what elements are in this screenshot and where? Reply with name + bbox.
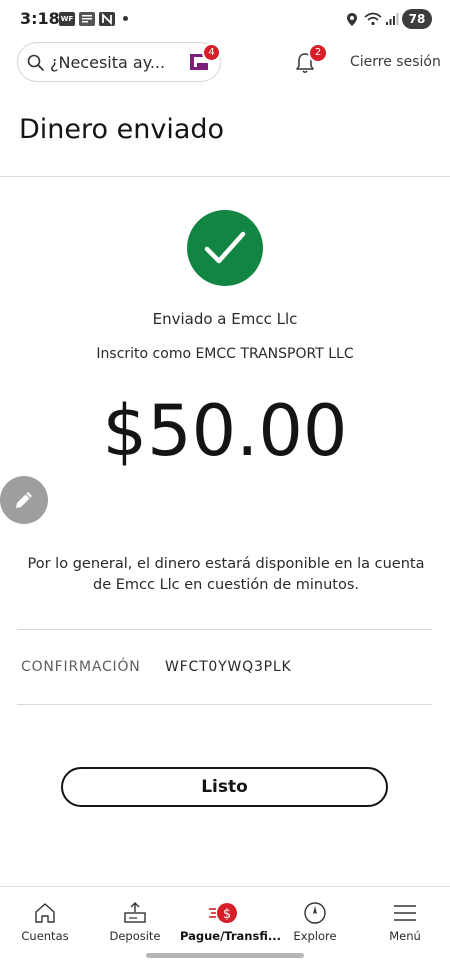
battery-indicator: 78: [402, 9, 432, 29]
compass-icon: [304, 902, 326, 924]
nav-item-menu[interactable]: Menú: [360, 887, 450, 949]
pay-transfer-icon: $: [209, 903, 237, 923]
registered-as-text: Inscrito como EMCC TRANSPORT LLC: [96, 346, 354, 362]
location-icon: [347, 13, 357, 26]
success-check-icon: [187, 210, 263, 286]
notification-dot: [123, 16, 128, 21]
logout-link[interactable]: Cierre sesión: [350, 54, 441, 70]
confirmation-label: CONFIRMACIÓN: [21, 659, 141, 675]
home-icon: [35, 903, 55, 923]
status-time: 3:18: [20, 9, 60, 28]
amount: $50.00: [102, 390, 348, 472]
signal-icon: [386, 13, 399, 25]
nav-label: Pague/Transfi...: [180, 929, 281, 943]
wifi-icon: [364, 12, 382, 26]
deposit-icon: [124, 902, 146, 923]
divider: [0, 176, 450, 177]
notification-badge: 2: [308, 43, 328, 63]
pencil-icon: [16, 492, 32, 508]
sent-to-text: Enviado a Emcc Llc: [152, 310, 298, 328]
news-icon: [79, 12, 95, 26]
availability-info: Por lo general, el dinero estará disponi…: [27, 556, 425, 593]
divider: [17, 704, 432, 705]
status-bar: 3:18 WF 78: [0, 0, 450, 38]
svg-text:$: $: [223, 907, 231, 922]
nav-label: Menú: [389, 929, 421, 943]
search-icon: [27, 54, 44, 71]
nav-item-pay-transfer[interactable]: $ Pague/Transfi...: [180, 887, 281, 949]
done-button[interactable]: Listo: [61, 767, 388, 807]
bottom-nav: Cuentas Deposite $ Pague/Transfi... Expl…: [0, 886, 450, 948]
edit-button[interactable]: [0, 476, 48, 524]
confirmation-number: WFCT0YWQ3PLK: [165, 659, 292, 675]
nav-label: Cuentas: [21, 929, 69, 943]
nav-item-explore[interactable]: Explore: [270, 887, 360, 949]
nav-item-accounts[interactable]: Cuentas: [0, 887, 90, 949]
n-app-icon: [99, 12, 115, 26]
divider: [17, 629, 432, 630]
nav-label: Deposite: [109, 929, 161, 943]
menu-icon: [394, 905, 416, 921]
page-title: Dinero enviado: [19, 114, 225, 145]
search-placeholder: ¿Necesita ay...: [50, 53, 166, 72]
nav-label: Explore: [293, 929, 337, 943]
wf-app-icon: WF: [59, 12, 75, 26]
nav-item-deposit[interactable]: Deposite: [90, 887, 180, 949]
home-indicator[interactable]: [146, 953, 304, 958]
fargo-badge: 4: [202, 43, 221, 62]
